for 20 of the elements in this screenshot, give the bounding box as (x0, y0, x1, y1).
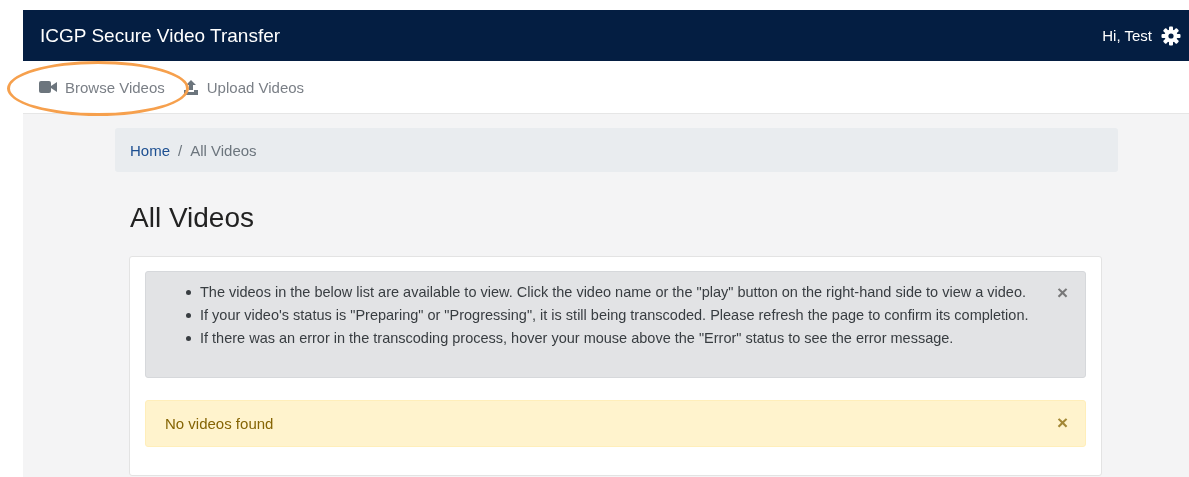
breadcrumb-separator: / (178, 141, 183, 159)
bullet-icon (186, 336, 191, 341)
page-heading: All Videos (130, 202, 255, 235)
settings-icon[interactable] (1161, 25, 1181, 46)
upload-icon (182, 79, 199, 95)
video-camera-icon (39, 81, 57, 93)
nav-link[interactable]: Upload Videos (180, 74, 307, 100)
bullet-icon (186, 290, 191, 295)
alert-text: The videos in the below list are available to view. Click the video name or the "play" button on the right-hand side to view a video. (200, 283, 1026, 302)
close-button[interactable]: × (1056, 283, 1068, 303)
breadcrumb-current: All Videos (190, 141, 257, 159)
alert-text: If there was an error in the transcoding process, hover your mouse above the "Error" status to see the error message. (200, 329, 954, 348)
alert-text: No videos found (165, 415, 274, 432)
nav-link[interactable]: Browse Videos (37, 74, 167, 100)
breadcrumb-link[interactable]: Home (130, 141, 170, 159)
alert-text: If your video's status is "Preparing" or "Progressing", it is still being transcoded. Please refresh the page to confirm its completion. (200, 306, 1029, 325)
user-greeting: Hi, Test (1102, 27, 1152, 44)
close-button[interactable]: × (1056, 413, 1068, 433)
app-title: ICGP Secure Video Transfer (40, 24, 282, 47)
bullet-icon (186, 313, 191, 318)
